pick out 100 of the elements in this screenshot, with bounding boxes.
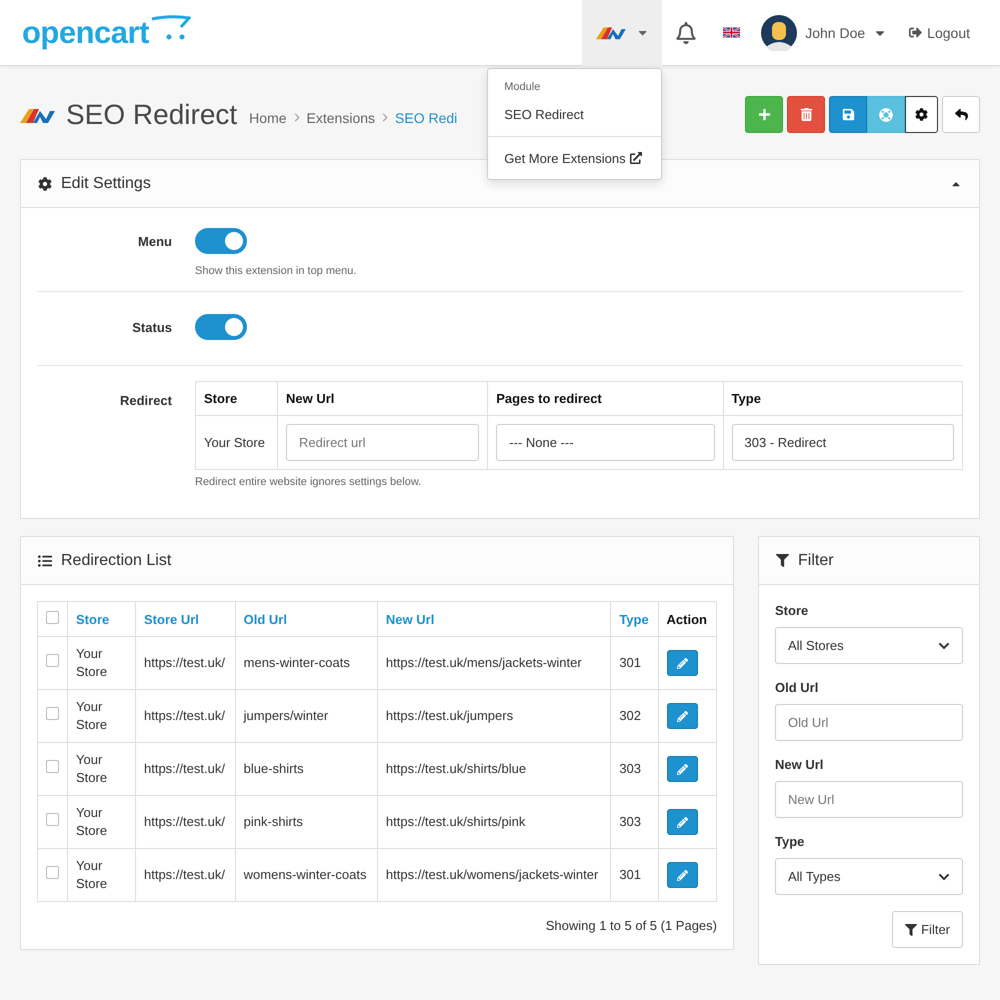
table-cell: https://test.uk/jumpers (377, 690, 611, 742)
sort-link[interactable]: Type (610, 602, 658, 636)
back-arrow-icon (954, 108, 968, 121)
table-cell: Your Store (68, 742, 136, 796)
settings-button[interactable] (905, 96, 938, 133)
edit-button[interactable] (666, 862, 698, 888)
table-cell: mens-winter-coats (235, 636, 378, 690)
add-button[interactable] (745, 96, 783, 133)
field-label: New Url (775, 757, 824, 772)
delete-button[interactable] (787, 96, 825, 133)
column-header: New Url (278, 382, 488, 416)
chevron-right-icon (382, 113, 388, 122)
table-cell: Your Store (68, 636, 136, 690)
edit-button[interactable] (666, 703, 698, 729)
select-field[interactable]: 303 - Redirect (732, 424, 954, 461)
field-label: Redirect (118, 392, 172, 410)
menu-heading: Module (503, 80, 542, 94)
field-label: Status (131, 319, 172, 337)
extensions-menu-button[interactable] (582, 0, 662, 66)
sort-link[interactable]: Store (68, 602, 136, 636)
edit-button[interactable] (666, 809, 698, 835)
breadcrumb-link[interactable]: Home (249, 110, 287, 126)
breadcrumb-link[interactable]: SEO Redi (395, 110, 458, 126)
input-field[interactable]: New Url (775, 781, 963, 818)
save-icon (842, 108, 854, 121)
select-all-checkbox[interactable] (46, 611, 59, 624)
user-menu[interactable]: John Doe (753, 14, 900, 50)
field-label: Menu (137, 233, 172, 251)
field-label: Type (775, 834, 806, 849)
panel-title: Edit Settings (61, 174, 151, 192)
table-cell: 303 (610, 796, 658, 848)
table-cell: https://test.uk/ (136, 690, 236, 742)
menu-item[interactable]: SEO Redirect (488, 100, 662, 136)
edit-button[interactable] (666, 756, 698, 782)
table-cell: Your Store (196, 416, 278, 470)
input-field[interactable]: Old Url (775, 704, 963, 741)
settings-icon (915, 108, 928, 121)
panel-title: Filter (798, 552, 834, 570)
get-more-extensions-link[interactable]: Get More Extensions (488, 136, 662, 178)
column-header: Action (658, 602, 716, 636)
pencil-icon (676, 870, 688, 880)
table-cell: https://test.uk/ (136, 796, 236, 848)
table-cell: https://test.uk/ (136, 742, 236, 796)
pencil-icon (676, 816, 688, 828)
table-cell: blue-shirts (235, 742, 378, 796)
toggle-switch[interactable] (195, 314, 247, 340)
logo-text[interactable]: opencart (22, 14, 149, 50)
uk-flag-icon[interactable] (723, 27, 740, 38)
logout-link[interactable]: Logout (899, 24, 1000, 40)
edit-button[interactable] (666, 650, 698, 676)
table-cell: https://test.uk/womens/jackets-winter (377, 848, 611, 902)
chevron-right-icon (294, 113, 300, 122)
row-checkbox[interactable] (46, 813, 59, 826)
filter-icon (776, 554, 789, 567)
sort-link[interactable]: New Url (377, 602, 611, 636)
table-cell: 302 (610, 690, 658, 742)
page-title: SEO Redirect (66, 98, 238, 130)
logout-icon (909, 26, 922, 39)
back-button[interactable] (942, 96, 980, 133)
sort-link[interactable]: Store Url (136, 602, 236, 636)
table-cell: https://test.uk/shirts/blue (377, 742, 611, 796)
row-checkbox[interactable] (46, 654, 59, 667)
table-cell: Your Store (68, 796, 136, 848)
pencil-icon (676, 710, 688, 722)
row-checkbox[interactable] (46, 866, 59, 879)
help-text: Redirect entire website ignores settings below. (195, 476, 422, 488)
cart-logo-icon (150, 14, 191, 40)
breadcrumb-link[interactable]: Extensions (306, 110, 376, 126)
table-cell: jumpers/winter (235, 690, 378, 742)
pencil-icon (676, 764, 688, 774)
plus-icon (758, 108, 770, 121)
trash-icon (800, 108, 812, 121)
filter-button[interactable]: Filter (892, 911, 963, 948)
notification-bell-icon[interactable] (675, 22, 698, 44)
pagination-text: Showing 1 to 5 of 5 (1 Pages) (544, 918, 717, 933)
table-cell: https://test.uk/ (136, 636, 236, 690)
table-cell: Your Store (68, 848, 136, 902)
table-cell: https://test.uk/ (136, 848, 236, 902)
life-ring-icon (879, 108, 893, 122)
column-header: Type (723, 382, 962, 416)
table-cell: 301 (610, 636, 658, 690)
toggle-switch[interactable] (195, 228, 247, 254)
table-cell: pink-shirts (235, 796, 378, 848)
help-text: Show this extension in top menu. (195, 265, 358, 277)
settings-icon (38, 176, 52, 190)
select-field[interactable]: All Types (775, 858, 963, 895)
input-field[interactable]: Redirect url (286, 424, 480, 461)
row-checkbox[interactable] (46, 707, 59, 720)
sort-link[interactable]: Old Url (235, 602, 378, 636)
table-cell: womens-winter-coats (235, 848, 378, 902)
avatar-icon (761, 14, 798, 50)
panel-title: Redirection List (61, 552, 172, 570)
row-checkbox[interactable] (46, 760, 59, 773)
table-cell: Your Store (68, 690, 136, 742)
field-label: Store (775, 603, 810, 618)
save-button[interactable] (829, 96, 867, 133)
select-field[interactable]: All Stores (775, 627, 963, 664)
select-field[interactable]: --- None --- (496, 424, 715, 461)
table-cell: 301 (610, 848, 658, 902)
table-cell: 303 (610, 742, 658, 796)
